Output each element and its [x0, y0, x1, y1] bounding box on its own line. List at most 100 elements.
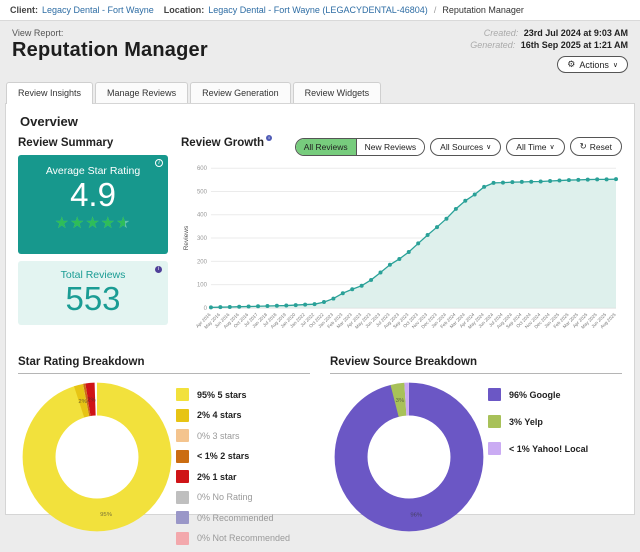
legend-item: 0% Not Recommended: [176, 532, 310, 545]
all-time-label: All Time: [516, 142, 546, 152]
breadcrumb: Client: Legacy Dental - Fort Wayne Locat…: [0, 0, 640, 21]
review-growth-heading-text: Review Growth: [181, 137, 264, 149]
svg-text:600: 600: [197, 166, 208, 172]
tab-review-insights[interactable]: Review Insights: [6, 82, 93, 104]
all-reviews-button[interactable]: All Reviews: [296, 139, 357, 155]
actions-button[interactable]: ⚙ Actions ∨: [557, 56, 628, 73]
svg-text:0: 0: [204, 306, 208, 312]
legend-swatch: [176, 450, 189, 463]
legend-label: < 1% 2 stars: [197, 451, 249, 461]
average-star-rating-card: i Average Star Rating 4.9 ★★★★★ ★★★★★: [18, 155, 168, 254]
all-sources-dropdown[interactable]: All Sources ∨: [430, 138, 501, 156]
review-source-donut-chart: 96% 3%: [330, 378, 488, 536]
page-title: Reputation Manager: [12, 39, 208, 62]
star-icons-fill: ★★★★★: [55, 216, 125, 232]
svg-text:500: 500: [197, 189, 208, 195]
info-icon[interactable]: i: [266, 135, 272, 141]
legend-swatch: [176, 388, 189, 401]
generated-label: Generated:: [470, 40, 515, 50]
legend-swatch: [176, 532, 189, 545]
legend-label: 0% No Rating: [197, 492, 253, 502]
review-type-toggle: All Reviews New Reviews: [295, 138, 425, 156]
tab-manage-reviews[interactable]: Manage Reviews: [95, 82, 188, 103]
legend-swatch: [488, 388, 501, 401]
reset-icon: ↻: [580, 141, 587, 152]
reset-button[interactable]: ↻ Reset: [570, 137, 622, 156]
legend-label: < 1% Yahoo! Local: [509, 444, 588, 454]
star-rating-legend: 95% 5 stars 2% 4 stars 0% 3 stars < 1% 2 st…: [176, 378, 310, 552]
overview-heading: Overview: [20, 114, 622, 129]
new-reviews-button[interactable]: New Reviews: [357, 139, 425, 155]
review-growth-heading: Review Growth i: [181, 137, 272, 149]
legend-label: 2% 4 stars: [197, 410, 242, 420]
svg-text:300: 300: [197, 236, 208, 242]
legend-swatch: [176, 511, 189, 524]
star-rating-donut-chart: 95%2%2%: [18, 378, 176, 536]
breadcrumb-current: Reputation Manager: [442, 5, 524, 15]
legend-label: 0% Recommended: [197, 513, 274, 523]
review-source-breakdown-heading: Review Source Breakdown: [330, 356, 622, 374]
reset-label: Reset: [590, 142, 612, 152]
chevron-down-icon: ∨: [613, 61, 618, 69]
legend-label: 0% 3 stars: [197, 431, 240, 441]
svg-text:2%: 2%: [87, 397, 96, 403]
review-summary-heading: Review Summary: [18, 137, 168, 149]
legend-item: < 1% Yahoo! Local: [488, 442, 622, 455]
legend-item: 0% Recommended: [176, 511, 310, 524]
star-rating-breakdown-heading: Star Rating Breakdown: [18, 356, 310, 374]
all-sources-label: All Sources: [440, 142, 483, 152]
client-label: Client:: [10, 5, 38, 15]
legend-swatch: [176, 491, 189, 504]
legend-item: 2% 4 stars: [176, 409, 310, 422]
svg-text:400: 400: [197, 213, 208, 219]
chevron-down-icon: ∨: [486, 143, 491, 151]
svg-text:95%: 95%: [100, 512, 113, 518]
created-label: Created:: [484, 28, 519, 38]
tab-review-widgets[interactable]: Review Widgets: [293, 82, 382, 103]
legend-item: 2% 1 star: [176, 470, 310, 483]
client-link[interactable]: Legacy Dental - Fort Wayne: [42, 5, 154, 15]
legend-label: 0% Not Recommended: [197, 533, 290, 543]
content-panel: Overview Review Summary i Average Star R…: [5, 103, 635, 515]
svg-text:Reviews: Reviews: [183, 226, 190, 250]
legend-item: 95% 5 stars: [176, 388, 310, 401]
legend-label: 3% Yelp: [509, 417, 543, 427]
legend-swatch: [176, 429, 189, 442]
star-rating-icons: ★★★★★ ★★★★★: [55, 216, 132, 232]
location-label: Location:: [164, 5, 205, 15]
svg-text:200: 200: [197, 259, 208, 265]
info-icon[interactable]: i: [155, 266, 162, 273]
legend-swatch: [488, 442, 501, 455]
legend-item: 3% Yelp: [488, 415, 622, 428]
review-growth-chart: 0100200300400500600ReviewsApr 2016May 20…: [181, 160, 622, 346]
created-value: 23rd Jul 2024 at 9:03 AM: [524, 28, 628, 38]
legend-item: 96% Google: [488, 388, 622, 401]
actions-label: Actions: [579, 60, 609, 70]
info-icon[interactable]: i: [155, 159, 163, 167]
legend-swatch: [176, 409, 189, 422]
legend-item: 0% 3 stars: [176, 429, 310, 442]
review-source-legend: 96% Google 3% Yelp < 1% Yahoo! Local: [488, 378, 622, 469]
legend-label: 2% 1 star: [197, 472, 237, 482]
all-time-dropdown[interactable]: All Time ∨: [506, 138, 564, 156]
total-reviews-card: i Total Reviews 553: [18, 261, 168, 325]
legend-swatch: [176, 470, 189, 483]
view-report-label: View Report:: [12, 28, 208, 38]
legend-swatch: [488, 415, 501, 428]
average-star-rating-value: 4.9: [24, 177, 162, 213]
gear-icon: ⚙: [567, 59, 575, 70]
report-header: View Report: Reputation Manager Created:…: [0, 21, 640, 73]
legend-label: 96% Google: [509, 390, 561, 400]
location-link[interactable]: Legacy Dental - Fort Wayne (LEGACYDENTAL…: [208, 5, 428, 15]
generated-value: 16th Sep 2025 at 1:21 AM: [521, 40, 628, 50]
total-reviews-value: 553: [24, 281, 162, 317]
svg-text:100: 100: [197, 283, 208, 289]
tab-review-generation[interactable]: Review Generation: [190, 82, 291, 103]
chevron-down-icon: ∨: [550, 143, 555, 151]
legend-item: < 1% 2 stars: [176, 450, 310, 463]
svg-text:3%: 3%: [396, 398, 405, 404]
legend-item: 0% No Rating: [176, 491, 310, 504]
breadcrumb-separator: /: [434, 5, 437, 15]
svg-text:96%: 96%: [410, 512, 423, 518]
tab-bar: Review InsightsManage ReviewsReview Gene…: [0, 82, 640, 103]
